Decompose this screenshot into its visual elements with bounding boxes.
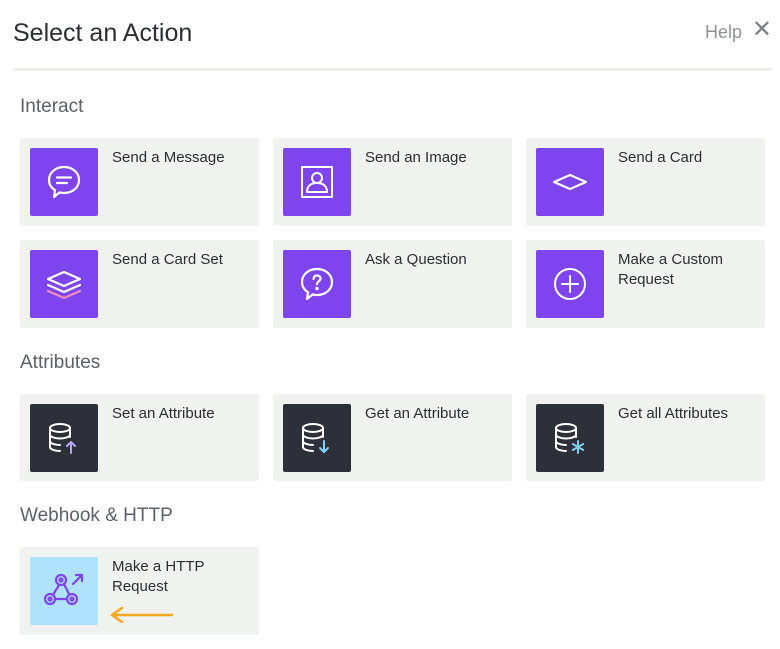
database-asterisk-icon — [536, 404, 604, 472]
help-link[interactable]: Help — [705, 22, 742, 43]
arrow-left-icon — [110, 607, 174, 623]
section-title-interact: Interact — [20, 96, 84, 117]
action-http-request[interactable]: Make a HTTP Request — [20, 547, 259, 635]
action-label: Send an Image — [365, 149, 467, 166]
database-upload-icon — [30, 404, 98, 472]
modal-title: Select an Action — [13, 19, 193, 47]
action-custom-request[interactable]: Make a Custom Request — [526, 240, 765, 328]
action-send-card[interactable]: Send a Card — [526, 138, 765, 226]
action-get-attribute[interactable]: Get an Attribute — [273, 394, 512, 481]
database-download-icon — [283, 404, 351, 472]
section-title-webhook: Webhook & HTTP — [20, 505, 173, 526]
plus-circle-icon — [536, 250, 604, 318]
action-label: Get all Attributes — [618, 405, 729, 422]
action-label: Set an Attribute — [112, 405, 215, 422]
card-set-icon — [30, 250, 98, 318]
action-send-image[interactable]: Send an Image — [273, 138, 512, 226]
action-ask-question[interactable]: Ask a Question — [273, 240, 512, 328]
action-label: Make a HTTP Request — [112, 558, 205, 595]
action-label: Send a Message — [112, 149, 225, 166]
action-label: Ask a Question — [365, 251, 467, 268]
section-title-attributes: Attributes — [20, 352, 101, 373]
webhook-icon — [30, 557, 98, 625]
card-icon — [536, 148, 604, 216]
action-get-all-attributes[interactable]: Get all Attributes — [526, 394, 765, 481]
action-label: Send a Card — [618, 149, 703, 166]
message-icon — [30, 148, 98, 216]
action-label: Get an Attribute — [365, 405, 470, 422]
action-label: Send a Card Set — [112, 251, 223, 268]
action-label: Make a Custom Request — [618, 251, 724, 288]
action-send-card-set[interactable]: Send a Card Set — [20, 240, 259, 328]
close-icon[interactable]: ✕ — [752, 18, 772, 42]
modal-header: Select an Action Help ✕ — [13, 0, 772, 71]
image-icon — [283, 148, 351, 216]
action-set-attribute[interactable]: Set an Attribute — [20, 394, 259, 481]
question-icon — [283, 250, 351, 318]
action-send-message[interactable]: Send a Message — [20, 138, 259, 226]
